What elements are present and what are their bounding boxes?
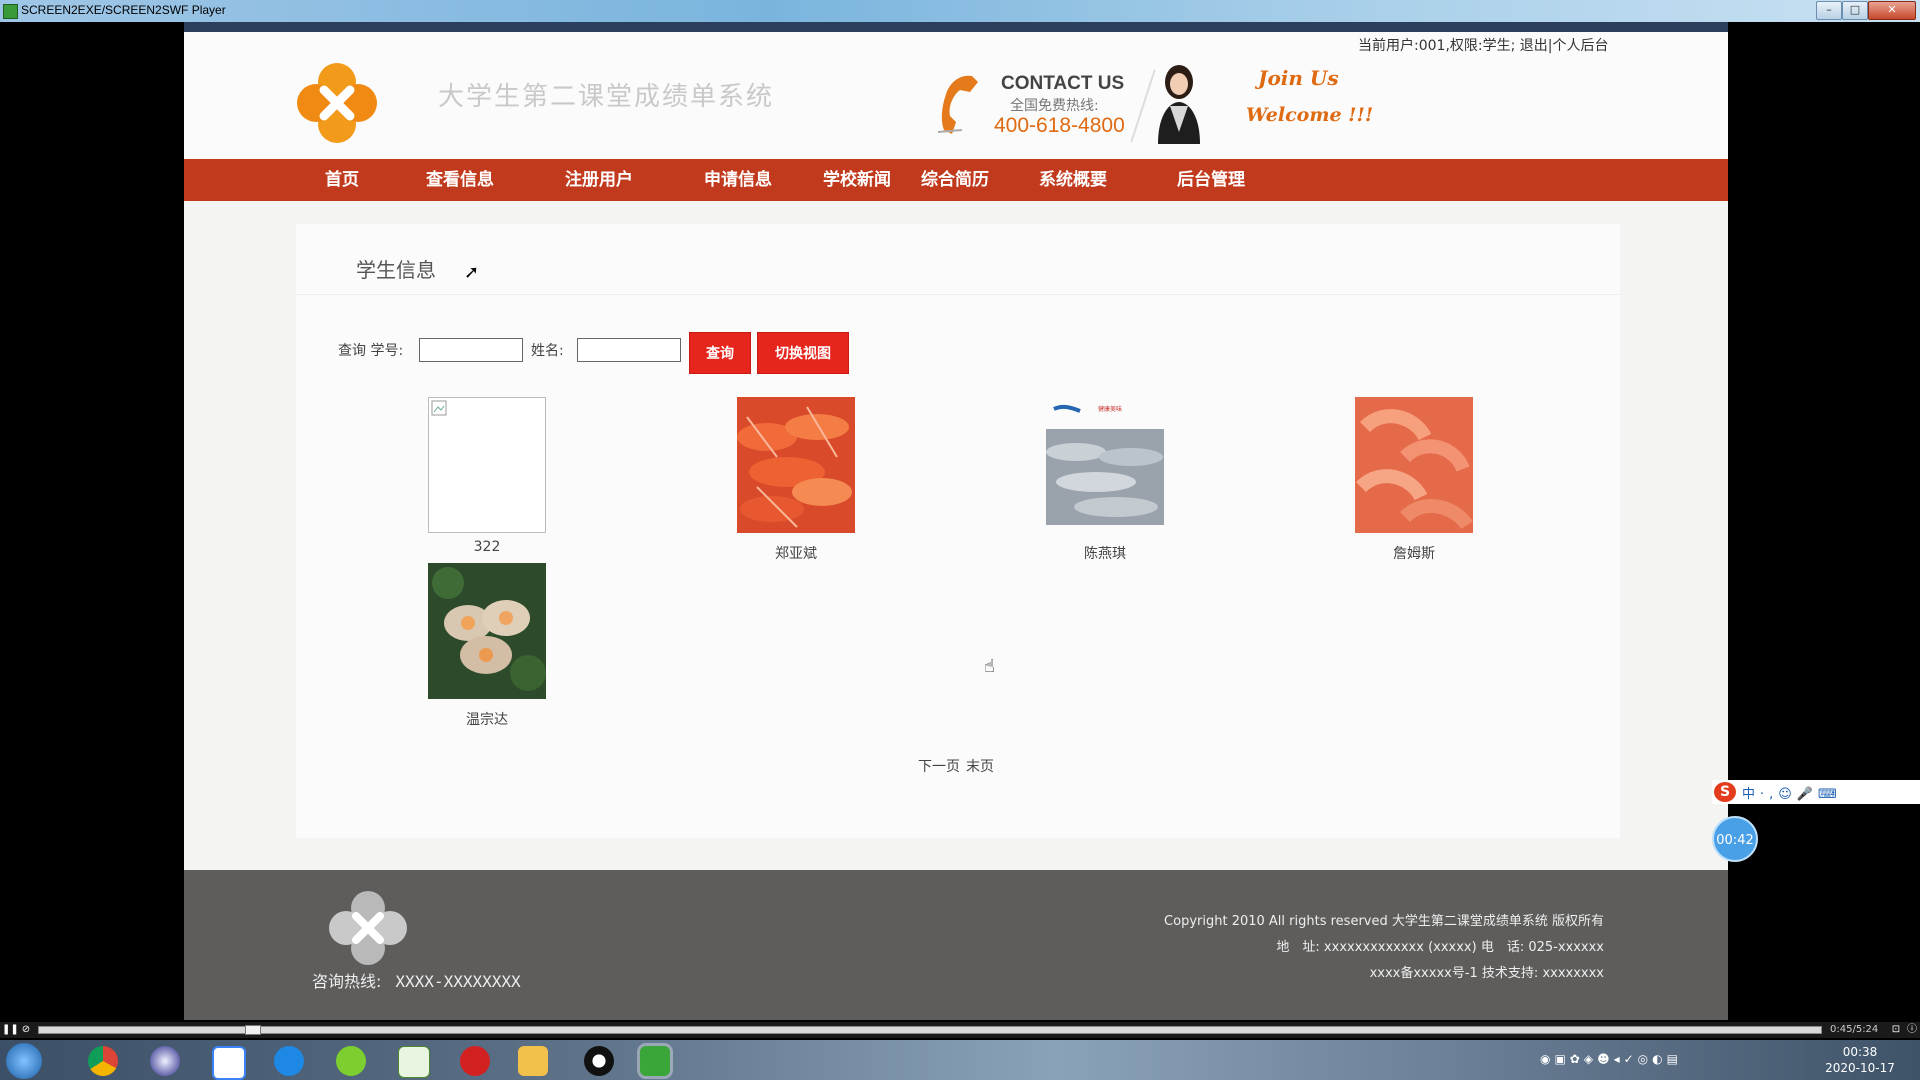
contact-subtitle: 全国免费热线: [1010, 98, 1099, 114]
nav-item-admin[interactable]: 后台管理 [1177, 159, 1245, 201]
student-name[interactable]: 322 [427, 539, 547, 555]
student-card[interactable]: 322 [427, 397, 547, 555]
maximize-button[interactable]: □ [1842, 1, 1868, 20]
student-id-label: 查询 学号: [338, 343, 404, 359]
shrimp-photo-icon [737, 397, 855, 533]
name-input[interactable] [577, 338, 681, 362]
player-title-bar: SCREEN2EXE/SCREEN2SWF Player – □ ✕ [0, 0, 1920, 22]
taskbar-clock[interactable]: 00:38 2020-10-17 [1820, 1044, 1900, 1076]
search-button[interactable]: 查询 [689, 332, 751, 374]
green-app-icon[interactable] [336, 1046, 366, 1076]
seek-thumb[interactable] [245, 1025, 261, 1035]
join-us-title: Join Us [1258, 66, 1339, 90]
playback-time: 0:45/5:24 [1830, 1024, 1879, 1035]
minimize-button[interactable]: – [1816, 1, 1842, 20]
last-page-link[interactable]: 末页 [966, 759, 994, 775]
nav-item-register[interactable]: 注册用户 [565, 159, 633, 201]
hotline-label: 咨询热线: [312, 972, 382, 991]
info-icon[interactable]: ⓘ [1906, 1024, 1918, 1036]
student-name[interactable]: 郑亚斌 [736, 543, 856, 563]
student-card[interactable]: 温宗达 [427, 563, 547, 729]
clock-date: 2020-10-17 [1825, 1061, 1895, 1075]
clock-time: 00:38 [1842, 1045, 1878, 1059]
player-controls: ❚❚ ⊘ 0:45/5:24 ⊡ ⓘ [0, 1022, 1920, 1038]
close-icon: ✕ [1887, 3, 1897, 16]
footer-address: 地 址: xxxxxxxxxxxxx (xxxxx) 电 话: 025-xxxx… [1276, 940, 1604, 955]
student-name[interactable]: 詹姆斯 [1354, 543, 1474, 563]
nav-item-overview[interactable]: 系统概要 [1039, 159, 1107, 201]
student-id-input[interactable] [419, 338, 523, 362]
svg-text:健康美味: 健康美味 [1098, 405, 1122, 413]
name-label: 姓名: [531, 343, 564, 359]
flash-icon[interactable] [460, 1046, 490, 1076]
content-panel: 学生信息 查询 学号: 姓名: 查询 切换视图 322 郑亚斌 健康美味 陈燕琪… [296, 224, 1620, 838]
footer-logo-icon [329, 891, 407, 965]
site-header: 大学生第二课堂成绩单系统 当前用户:001,权限:学生; 退出|个人后台 CON… [184, 32, 1728, 159]
hotline-number: XXXX-XXXXXXXX [395, 972, 521, 991]
nav-item-apply[interactable]: 申请信息 [704, 159, 772, 201]
hand-cursor-icon: ☝ [984, 656, 995, 677]
main-nav: 首页 查看信息 注册用户 申请信息 学校新闻 综合简历 系统概要 后台管理 [184, 159, 1728, 201]
nav-item-news[interactable]: 学校新闻 [823, 159, 891, 201]
student-card[interactable]: 詹姆斯 [1354, 397, 1474, 563]
taskbar: ◉▣✿◈☻◂✓◎◐▤ 00:38 2020-10-17 [0, 1040, 1920, 1080]
footer-copyright: Copyright 2010 All rights reserved 大学生第二… [1164, 914, 1604, 929]
ime-toolbar-buttons[interactable]: 中·,☺🎤⌨ [1742, 783, 1842, 802]
recording-timer[interactable]: 00:42 [1712, 816, 1758, 862]
browser-icon[interactable] [274, 1046, 304, 1076]
title-divider [296, 294, 1620, 295]
nav-item-view-info[interactable]: 查看信息 [426, 159, 494, 201]
switch-view-button[interactable]: 切换视图 [757, 332, 849, 374]
top-strip [184, 22, 1728, 32]
footer-icp: xxxx备xxxxx号-1 技术支持: xxxxxxxx [1369, 966, 1604, 981]
nav-item-resume[interactable]: 综合简历 [921, 159, 989, 201]
nav-item-home[interactable]: 首页 [325, 159, 359, 201]
user-status[interactable]: 当前用户:001,权限:学生; 退出|个人后台 [1358, 35, 1609, 55]
minimize-icon: – [1826, 3, 1832, 16]
folder-icon[interactable] [518, 1046, 548, 1076]
pause-icon[interactable]: ❚❚ [2, 1024, 19, 1036]
next-page-link[interactable]: 下一页 [918, 759, 960, 775]
site-footer: 咨询热线: XXXX-XXXXXXXX Copyright 2010 All ri… [184, 870, 1728, 1020]
pagination: 下一页 末页 [918, 756, 1000, 776]
sogou-ime-icon[interactable]: S [1714, 782, 1736, 802]
person-avatar-icon [1158, 65, 1200, 144]
seek-bar[interactable] [38, 1026, 1822, 1034]
student-name[interactable]: 温宗达 [427, 709, 547, 729]
website: 大学生第二课堂成绩单系统 当前用户:001,权限:学生; 退出|个人后台 CON… [184, 22, 1728, 1020]
welcome-text: Welcome !!! [1246, 104, 1374, 126]
student-card[interactable]: 健康美味 陈燕琪 [1045, 397, 1165, 563]
phone-icon [937, 75, 978, 134]
system-tray-icons[interactable]: ◉▣✿◈☻◂✓◎◐▤ [1540, 1052, 1682, 1066]
fish-photo-icon: 健康美味 [1046, 397, 1164, 533]
contact-phone: 400-618-4800 [994, 114, 1125, 137]
arrow-cursor-icon: ➚ [464, 262, 480, 283]
site-logo-icon [297, 63, 377, 143]
page-title: 学生信息 [356, 258, 436, 282]
footer-hotline: 咨询热线: XXXX-XXXXXXXX [312, 968, 521, 992]
start-button-icon[interactable] [6, 1043, 42, 1079]
cloud-drive-icon[interactable] [212, 1046, 246, 1080]
stop-icon[interactable]: ⊘ [20, 1024, 32, 1036]
contact-title: CONTACT US [1001, 73, 1125, 94]
qq-icon[interactable] [584, 1046, 614, 1076]
maximize-icon: □ [1849, 3, 1861, 16]
student-name[interactable]: 陈燕琪 [1045, 543, 1165, 563]
ime-toolbar[interactable]: S 中·,☺🎤⌨ [1712, 780, 1920, 804]
site-title: 大学生第二课堂成绩单系统 [438, 82, 775, 112]
student-card[interactable]: 郑亚斌 [736, 397, 856, 563]
broken-image-icon [428, 397, 546, 533]
player-app-icon [3, 4, 18, 19]
scallop-photo-icon [428, 563, 546, 699]
shrimp-photo-icon [1355, 397, 1473, 533]
chrome-icon[interactable] [88, 1046, 118, 1076]
close-button[interactable]: ✕ [1868, 1, 1916, 20]
eclipse-icon[interactable] [150, 1046, 180, 1076]
player-title: SCREEN2EXE/SCREEN2SWF Player [21, 3, 226, 17]
player-taskbar-icon[interactable] [640, 1046, 670, 1076]
fullscreen-icon[interactable]: ⊡ [1890, 1024, 1902, 1036]
editor-icon[interactable] [398, 1046, 430, 1078]
